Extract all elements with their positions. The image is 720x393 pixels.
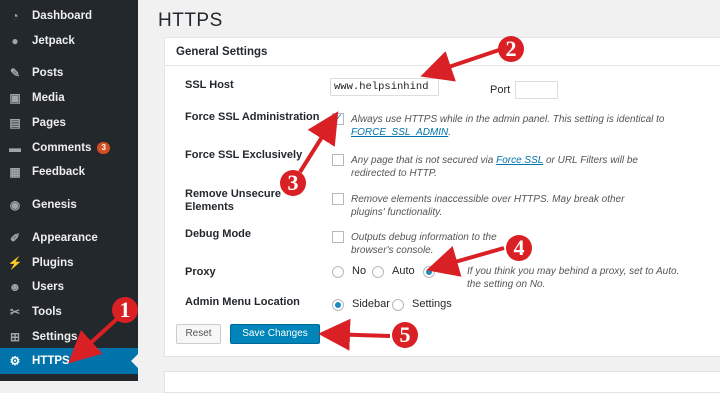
annotation-arrow-4 <box>426 246 505 277</box>
annotation-marker-5: 5 <box>392 322 418 348</box>
annotation-marker-3: 3 <box>280 170 306 196</box>
annotation-marker-1: 1 <box>112 297 138 323</box>
annotation-arrow-1 <box>68 316 120 364</box>
annotation-marker-2: 2 <box>498 36 524 62</box>
annotation-arrow-2 <box>420 48 500 82</box>
annotation-arrow-3 <box>298 111 339 174</box>
annotation-arrow-5 <box>318 318 391 351</box>
annotation-marker-4: 4 <box>506 235 532 261</box>
annotation-overlay <box>68 48 505 364</box>
